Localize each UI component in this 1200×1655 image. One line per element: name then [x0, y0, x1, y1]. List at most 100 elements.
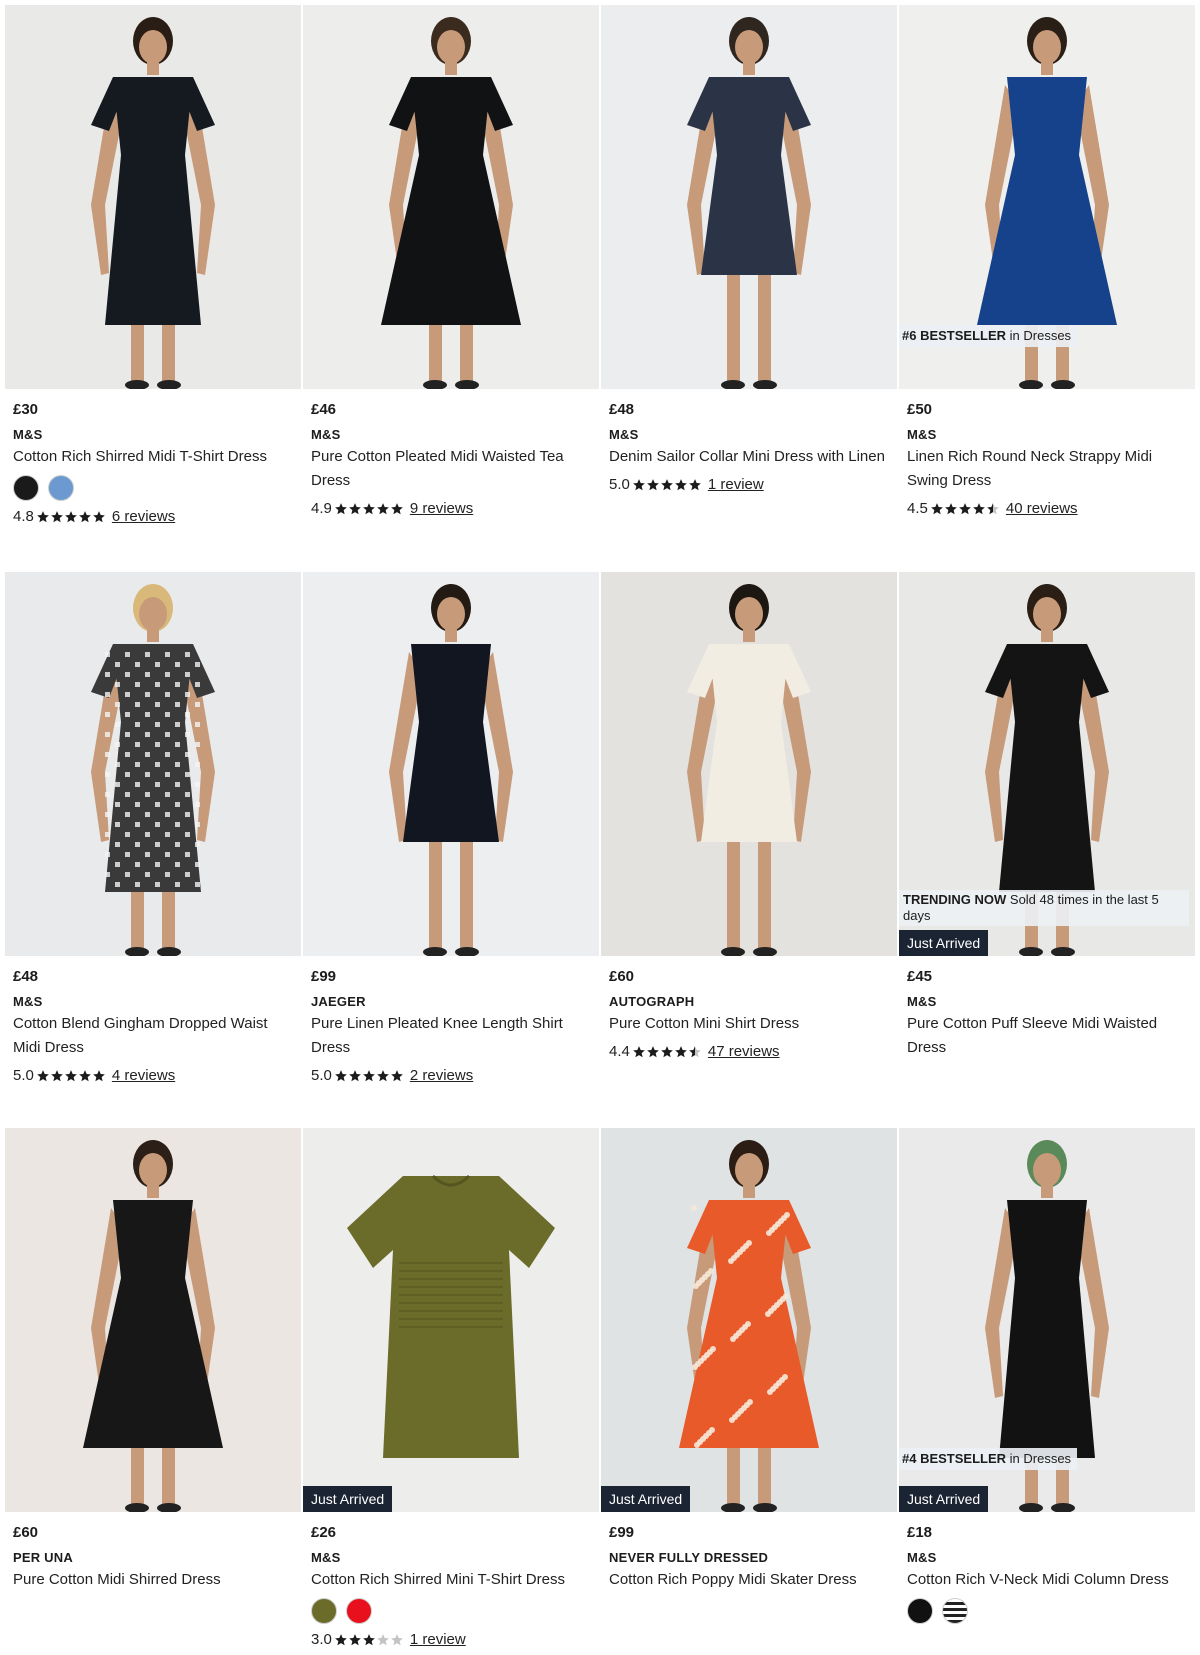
product-card[interactable]: £60 AUTOGRAPH Pure Cotton Mini Shirt Dress…	[601, 572, 897, 1062]
product-photo	[601, 1128, 897, 1512]
product-image[interactable]	[5, 5, 301, 389]
product-name[interactable]: Pure Cotton Puff Sleeve Midi Waisted Dre…	[907, 1012, 1193, 1060]
product-card[interactable]: Just Arrived £99 NEVER FULLY DRESSED Cotton…	[601, 1128, 897, 1592]
rating-stars	[334, 1633, 404, 1647]
product-name[interactable]: Cotton Rich Shirred Mini T-Shirt Dress	[311, 1568, 597, 1592]
trending-badge: TRENDING NOW Sold 48 times in the last 5…	[899, 890, 1189, 926]
product-brand: AUTOGRAPH	[609, 994, 695, 1009]
product-image[interactable]: #4 BESTSELLER in Dresses Just Arrived	[899, 1128, 1195, 1512]
product-card[interactable]: £46 M&S Pure Cotton Pleated Midi Waisted T…	[303, 5, 599, 519]
product-rating: 5.0 1 review	[609, 475, 889, 495]
product-image[interactable]	[303, 572, 599, 956]
product-image[interactable]	[601, 572, 897, 956]
product-info: £50 M&S Linen Rich Round Neck Strappy Midi…	[899, 389, 1195, 519]
product-image[interactable]: Just Arrived	[601, 1128, 897, 1512]
product-name[interactable]: Linen Rich Round Neck Strappy Midi Swing…	[907, 445, 1193, 493]
product-card[interactable]: £30 M&S Cotton Rich Shirred Midi T-Shirt D…	[5, 5, 301, 527]
product-info: £26 M&S Cotton Rich Shirred Mini T-Shirt D…	[303, 1512, 599, 1650]
bestseller-category: in Dresses	[1006, 328, 1072, 343]
star-icon	[633, 1046, 645, 1058]
colour-swatch[interactable]	[346, 1598, 372, 1624]
bestseller-badge: #4 BESTSELLER in Dresses	[899, 1448, 1078, 1470]
product-info: £30 M&S Cotton Rich Shirred Midi T-Shirt D…	[5, 389, 301, 527]
product-image[interactable]: #6 BESTSELLER in Dresses	[899, 5, 1195, 389]
star-icon	[93, 1070, 105, 1082]
reviews-link[interactable]: 47 reviews	[708, 1042, 780, 1062]
product-image[interactable]	[5, 1128, 301, 1512]
product-card[interactable]: #6 BESTSELLER in Dresses £50 M&S Linen Rich…	[899, 5, 1195, 519]
product-brand: M&S	[13, 427, 43, 442]
product-name[interactable]: Cotton Blend Gingham Dropped Waist Midi …	[13, 1012, 299, 1060]
star-icon	[647, 1046, 659, 1058]
product-image[interactable]: TRENDING NOW Sold 48 times in the last 5…	[899, 572, 1195, 956]
rating-value: 5.0	[609, 476, 630, 493]
product-image[interactable]	[601, 5, 897, 389]
product-image[interactable]	[5, 572, 301, 956]
colour-swatch[interactable]	[48, 475, 74, 501]
product-name[interactable]: Pure Cotton Midi Shirred Dress	[13, 1568, 299, 1592]
product-price: £46	[311, 401, 337, 418]
star-icon	[335, 1634, 347, 1646]
rating-value: 4.5	[907, 500, 928, 517]
colour-swatch[interactable]	[13, 475, 39, 501]
product-card[interactable]: TRENDING NOW Sold 48 times in the last 5…	[899, 572, 1195, 1060]
product-rating: 4.9 9 reviews	[311, 499, 591, 519]
product-image[interactable]	[303, 5, 599, 389]
product-image[interactable]: Just Arrived	[303, 1128, 599, 1512]
product-rating: 5.0 2 reviews	[311, 1066, 591, 1086]
rating-value: 4.9	[311, 500, 332, 517]
product-name[interactable]: Pure Cotton Pleated Midi Waisted Tea Dre…	[311, 445, 597, 493]
product-name[interactable]: Cotton Rich V-Neck Midi Column Dress	[907, 1568, 1193, 1592]
product-name[interactable]: Pure Cotton Mini Shirt Dress	[609, 1012, 895, 1036]
reviews-link[interactable]: 40 reviews	[1006, 499, 1078, 519]
just-arrived-badge: Just Arrived	[601, 1486, 691, 1512]
product-price: £60	[13, 1524, 39, 1541]
product-info: £48 M&S Denim Sailor Collar Mini Dress wit…	[601, 389, 897, 495]
product-brand: JAEGER	[311, 994, 366, 1009]
product-brand: M&S	[311, 427, 341, 442]
reviews-link[interactable]: 1 review	[410, 1630, 466, 1650]
star-icon	[973, 503, 985, 515]
reviews-link[interactable]: 1 review	[708, 475, 764, 495]
product-name[interactable]: Pure Linen Pleated Knee Length Shirt Dre…	[311, 1012, 597, 1060]
rating-value: 3.0	[311, 1631, 332, 1648]
product-name[interactable]: Denim Sailor Collar Mini Dress with Line…	[609, 445, 895, 469]
star-icon	[335, 503, 347, 515]
colour-swatch[interactable]	[907, 1598, 933, 1624]
star-icon	[93, 511, 105, 523]
product-rating: 4.8 6 reviews	[13, 507, 293, 527]
product-card[interactable]: £99 JAEGER Pure Linen Pleated Knee Length …	[303, 572, 599, 1086]
star-icon	[377, 1634, 389, 1646]
product-info: £18 M&S Cotton Rich V-Neck Midi Column Dre…	[899, 1512, 1195, 1624]
reviews-link[interactable]: 2 reviews	[410, 1066, 473, 1086]
star-icon	[391, 503, 403, 515]
product-name[interactable]: Cotton Rich Poppy Midi Skater Dress	[609, 1568, 895, 1592]
product-price: £99	[609, 1524, 635, 1541]
reviews-link[interactable]: 4 reviews	[112, 1066, 175, 1086]
star-icon	[675, 479, 687, 491]
product-card[interactable]: £48 M&S Denim Sailor Collar Mini Dress wit…	[601, 5, 897, 495]
star-icon	[661, 1046, 673, 1058]
product-brand: PER UNA	[13, 1550, 73, 1565]
colour-swatch[interactable]	[942, 1598, 968, 1624]
star-icon	[65, 1070, 77, 1082]
product-card[interactable]: #4 BESTSELLER in Dresses Just Arrived £18 M…	[899, 1128, 1195, 1624]
product-card[interactable]: £60 PER UNA Pure Cotton Midi Shirred Dress	[5, 1128, 301, 1592]
product-price: £48	[609, 401, 635, 418]
product-info: £46 M&S Pure Cotton Pleated Midi Waisted T…	[303, 389, 599, 519]
trending-label: TRENDING NOW	[903, 892, 1007, 907]
star-icon	[647, 479, 659, 491]
product-price: £26	[311, 1524, 337, 1541]
product-rating: 4.5 40 reviews	[907, 499, 1187, 519]
star-icon	[377, 1070, 389, 1082]
just-arrived-badge: Just Arrived	[899, 930, 989, 956]
reviews-link[interactable]: 6 reviews	[112, 507, 175, 527]
rating-stars	[36, 510, 106, 524]
reviews-link[interactable]: 9 reviews	[410, 499, 473, 519]
product-card[interactable]: £48 M&S Cotton Blend Gingham Dropped Waist…	[5, 572, 301, 1086]
colour-swatch[interactable]	[311, 1598, 337, 1624]
star-icon	[363, 1634, 375, 1646]
product-card[interactable]: Just Arrived £26 M&S Cotton Rich Shirred Mi…	[303, 1128, 599, 1650]
product-name[interactable]: Cotton Rich Shirred Midi T-Shirt Dress	[13, 445, 299, 469]
product-brand: M&S	[907, 427, 937, 442]
